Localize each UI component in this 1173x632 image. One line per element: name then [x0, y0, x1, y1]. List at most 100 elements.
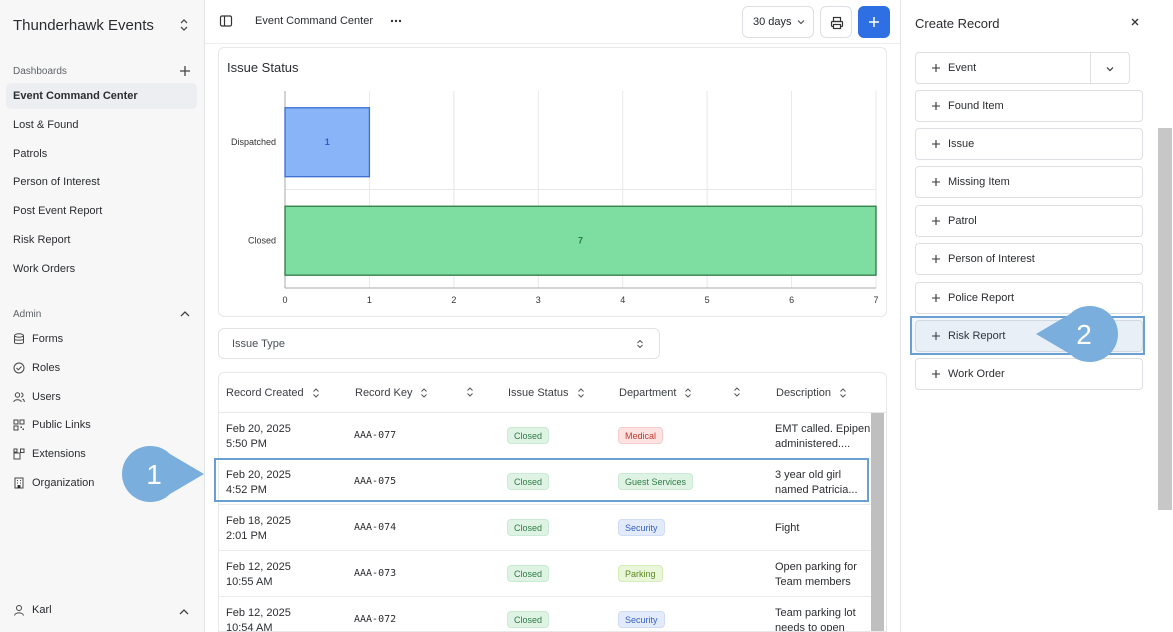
issue-status-chart-card: Issue Status 0 1 2 3 4 5 6 7 1 Dispatched 7 Closed: [218, 47, 887, 317]
nav-lost-found[interactable]: Lost & Found: [6, 112, 197, 138]
table-row[interactable]: Feb 12, 2025 10:54 AM AAA-072 Closed Secu…: [219, 597, 871, 631]
status-badge: Closed: [507, 565, 550, 582]
department-badge: Security: [618, 519, 665, 536]
status-badge: Closed: [507, 611, 550, 628]
more-icon[interactable]: [389, 14, 403, 28]
chevron-up-icon[interactable]: [178, 606, 190, 618]
table-scrollbar[interactable]: [871, 413, 884, 631]
print-button[interactable]: [820, 6, 852, 38]
plus-icon: [932, 370, 940, 378]
nav-person-of-interest[interactable]: Person of Interest: [6, 169, 197, 195]
record-time: 5:50 PM: [226, 438, 267, 450]
table-row[interactable]: Feb 12, 2025 10:55 AM AAA-073 Closed Park…: [219, 551, 871, 597]
description-line-2: Team members: [775, 576, 851, 588]
table-row[interactable]: Feb 20, 2025 5:50 PM AAA-077 Closed Medic…: [219, 413, 871, 459]
record-date: Feb 20, 2025: [226, 423, 291, 435]
description-line-1: Team parking lot: [775, 607, 856, 619]
chevron-updown-icon: [637, 339, 643, 349]
sort-icon: [312, 388, 319, 398]
y-tick-label: Dispatched: [231, 137, 276, 147]
nav-risk-report[interactable]: Risk Report: [6, 227, 197, 253]
col-issue-status[interactable]: Issue Status: [508, 387, 585, 399]
dashboards-label: Dashboards: [13, 66, 67, 77]
close-icon[interactable]: [1129, 16, 1141, 28]
description-line-2: administered....: [775, 438, 851, 450]
sidebar-toggle-icon[interactable]: [219, 14, 233, 28]
user-menu[interactable]: Karl: [13, 604, 52, 616]
description: Fight: [775, 521, 871, 536]
x-tick-label: 6: [789, 295, 794, 305]
puzzle-icon: [13, 448, 25, 460]
nav-event-command-center[interactable]: Event Command Center: [6, 83, 197, 109]
create-missing-item-label: Missing Item: [948, 176, 1010, 188]
department-badge: Medical: [618, 427, 664, 444]
create-issue-button[interactable]: Issue: [915, 128, 1143, 160]
main-content: Issue Status 0 1 2 3 4 5 6 7 1 Dispatched 7 Closed …: [205, 44, 900, 632]
chevron-updown-icon[interactable]: [178, 17, 190, 33]
topbar: Event Command Center 30 days: [205, 0, 900, 44]
status-badge: Closed: [507, 519, 550, 536]
record-created: Feb 12, 2025 10:54 AM: [226, 606, 291, 631]
nav-post-event-report[interactable]: Post Event Report: [6, 198, 197, 224]
department-badge: Parking: [618, 565, 663, 582]
plus-icon: [932, 294, 940, 302]
col-description[interactable]: Description: [776, 387, 847, 399]
create-event-button[interactable]: Event: [915, 52, 1091, 84]
callout-2-label: 2: [1076, 319, 1092, 350]
create-patrol-button[interactable]: Patrol: [915, 205, 1143, 237]
create-person-of-interest-button[interactable]: Person of Interest: [915, 243, 1143, 275]
plus-icon: [932, 64, 940, 72]
x-tick-label: 4: [620, 295, 625, 305]
issue-type-filter-label: Issue Type: [232, 338, 285, 350]
database-icon: [14, 333, 24, 345]
record-key: AAA-077: [354, 430, 397, 441]
table-header: Record Created Record Key Issue Status D…: [219, 373, 886, 413]
create-issue-label: Issue: [948, 138, 975, 150]
admin-roles[interactable]: Roles: [6, 355, 197, 381]
admin-forms[interactable]: Forms: [6, 326, 197, 352]
nav-patrols[interactable]: Patrols: [6, 141, 197, 167]
plus-icon: [932, 217, 940, 225]
admin-public-links-label: Public Links: [32, 419, 91, 431]
date-range-select[interactable]: 30 days: [742, 6, 814, 38]
plus-icon: [932, 102, 940, 110]
add-button[interactable]: [858, 6, 890, 38]
description: EMT called. Epipen administered....: [775, 422, 871, 452]
create-event-label: Event: [948, 62, 977, 74]
admin-users-label: Users: [32, 391, 61, 403]
admin-label: Admin: [13, 309, 42, 320]
record-created: Feb 12, 2025 10:55 AM: [226, 560, 291, 590]
add-dashboard-icon[interactable]: [178, 64, 192, 78]
col-record-created[interactable]: Record Created: [226, 387, 320, 399]
create-work-order-label: Work Order: [948, 368, 1005, 380]
x-tick-label: 1: [367, 295, 372, 305]
create-found-item-button[interactable]: Found Item: [915, 90, 1143, 122]
col-record-key[interactable]: Record Key: [355, 387, 428, 399]
callout-1-label: 1: [146, 459, 162, 490]
event-options-button[interactable]: [1090, 52, 1130, 84]
admin-roles-label: Roles: [32, 362, 61, 374]
user-icon: [14, 605, 24, 616]
col-unnamed[interactable]: [458, 387, 474, 397]
workspace-name[interactable]: Thunderhawk Events: [13, 17, 154, 34]
chevron-up-icon[interactable]: [178, 307, 192, 321]
col-record-key-label: Record Key: [355, 387, 413, 399]
callout-2: 2: [1036, 306, 1118, 362]
col-unnamed-2[interactable]: [725, 387, 741, 397]
plus-icon: [932, 255, 940, 263]
record-time: 10:55 AM: [226, 576, 273, 588]
create-record-title: Create Record: [915, 16, 1000, 31]
building-icon: [14, 477, 24, 489]
admin-users[interactable]: Users: [6, 384, 197, 410]
col-department-label: Department: [619, 387, 677, 399]
nav-work-orders[interactable]: Work Orders: [6, 256, 197, 282]
create-missing-item-button[interactable]: Missing Item: [915, 166, 1143, 198]
record-time: 2:01 PM: [226, 530, 267, 542]
table-row[interactable]: Feb 18, 2025 2:01 PM AAA-074 Closed Secur…: [219, 505, 871, 551]
issue-type-filter[interactable]: Issue Type: [218, 328, 660, 359]
admin-public-links[interactable]: Public Links: [6, 412, 197, 438]
col-department[interactable]: Department: [619, 387, 692, 399]
col-record-created-label: Record Created: [226, 387, 304, 399]
sort-icon: [734, 387, 740, 397]
panel-scrollbar[interactable]: [1158, 128, 1172, 510]
